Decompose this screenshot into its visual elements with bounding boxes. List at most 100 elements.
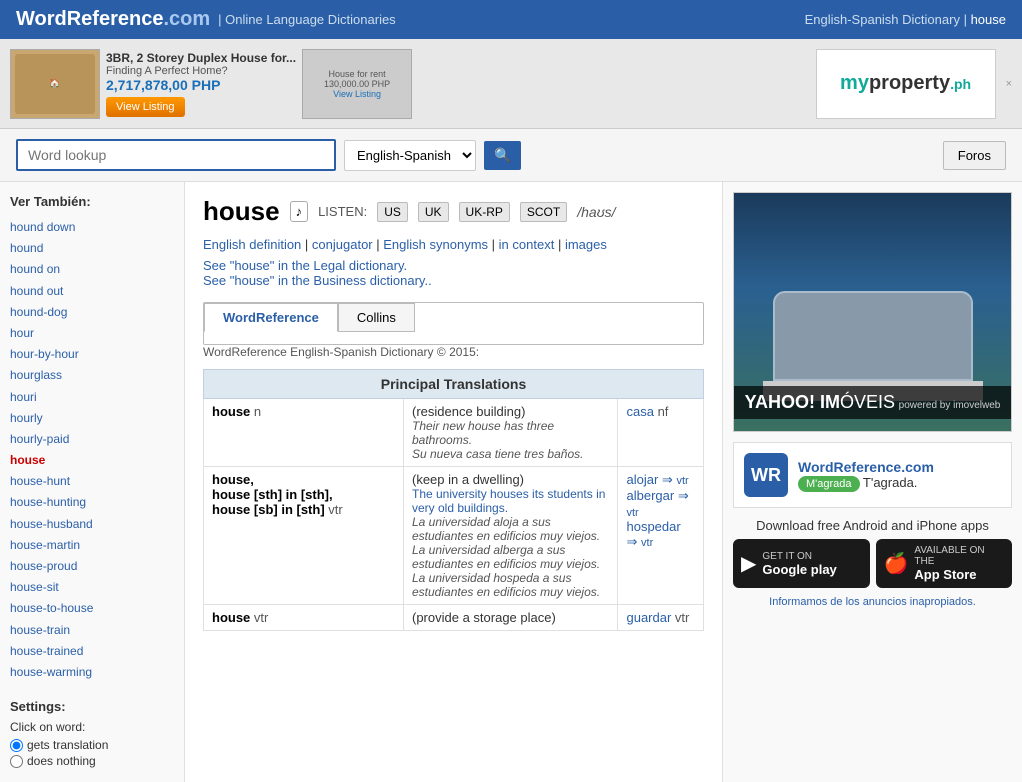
sidebar-item-hour[interactable]: hour <box>10 323 174 344</box>
translation-pos-3: vtr <box>675 610 689 625</box>
header-left: WordReference.com | Online Language Dict… <box>16 8 396 31</box>
sidebar-item-house-sit[interactable]: house-sit <box>10 577 174 598</box>
pos-3: vtr <box>254 610 268 625</box>
translation-word: casa <box>626 404 653 419</box>
extra-links: See "house" in the Legal dictionary. See… <box>203 258 704 288</box>
in-context-link[interactable]: in context <box>499 237 555 252</box>
sidebar-item-house-trained[interactable]: house-trained <box>10 641 174 662</box>
sidebar-item-hound-out[interactable]: hound out <box>10 281 174 302</box>
app-section: Download free Android and iPhone apps ▶ … <box>733 518 1012 608</box>
ad-view-listing-button[interactable]: View Listing <box>106 97 185 117</box>
dict-copyright: WordReference English-Spanish Dictionary… <box>203 345 704 359</box>
sidebar-item-house-to-house[interactable]: house-to-house <box>10 598 174 619</box>
source-word-3: house vtr <box>204 605 404 631</box>
sidebar-item-hourly-paid[interactable]: hourly-paid <box>10 429 174 450</box>
radio-does-nothing[interactable]: does nothing <box>10 754 174 768</box>
definition-2: (keep in a dwelling) <box>412 472 609 487</box>
definition-cell: (residence building) Their new house has… <box>404 399 618 467</box>
sidebar-item-houri[interactable]: houri <box>10 387 174 408</box>
report-ad-link[interactable]: Informamos de los anuncios inapropiados. <box>733 596 1012 608</box>
app-store-button[interactable]: 🍎 AVAILABLE ON THE App Store <box>876 539 1013 588</box>
example-en-2: The university houses its students in ve… <box>412 487 609 515</box>
entry-word-3: house <box>212 610 250 625</box>
legal-dictionary-link[interactable]: See "house" in the Legal dictionary. <box>203 258 407 273</box>
app-download-title: Download free Android and iPhone apps <box>733 518 1012 533</box>
search-input[interactable] <box>16 139 336 171</box>
radio-gets-translation[interactable]: gets translation <box>10 738 174 752</box>
tab-wordreference[interactable]: WordReference <box>204 303 338 332</box>
sidebar-item-hound-on[interactable]: hound on <box>10 259 174 280</box>
google-play-button[interactable]: ▶ GET IT ON Google play <box>733 539 870 588</box>
sidebar-item-house-martin[interactable]: house-martin <box>10 535 174 556</box>
example-es-2c: La universidad hospeda a sus estudiantes… <box>412 571 609 599</box>
english-synonyms-link[interactable]: English synonyms <box>383 237 488 252</box>
site-header: WordReference.com | Online Language Dict… <box>0 0 1022 39</box>
main-layout: Ver También: hound down hound hound on h… <box>0 182 1022 782</box>
sidebar-item-house-hunting[interactable]: house-hunting <box>10 492 174 513</box>
listen-label: LISTEN: <box>318 204 367 219</box>
pron-scot-button[interactable]: SCOT <box>520 202 567 222</box>
vtr-link-3[interactable]: vtr <box>641 537 653 549</box>
source-word: house n <box>204 399 404 467</box>
language-selector[interactable]: English-Spanish Spanish-English English-… <box>344 140 476 171</box>
wr-badge[interactable]: M'agrada <box>798 476 860 492</box>
sidebar: Ver También: hound down hound hound on h… <box>0 182 185 782</box>
apple-icon: 🍎 <box>884 551 909 576</box>
conjugator-link[interactable]: conjugator <box>312 237 373 252</box>
definition-links: English definition | conjugator | Englis… <box>203 237 704 252</box>
google-play-store-label: Google play <box>762 562 836 577</box>
search-button[interactable]: 🔍 <box>484 141 521 170</box>
sidebar-item-hound[interactable]: hound <box>10 238 174 259</box>
ad-subtitle: Finding A Perfect Home? <box>106 65 296 77</box>
word-header: house ♪ LISTEN: US UK UK-RP SCOT /haʊs/ <box>203 196 704 227</box>
pron-us-button[interactable]: US <box>377 202 408 222</box>
vtr-link-2[interactable]: vtr <box>626 507 638 519</box>
sidebar-item-house-warming[interactable]: house-warming <box>10 662 174 683</box>
click-on-word-label: Click on word: <box>10 720 174 734</box>
wr-promo: WR WordReference.com M'agrada T'agrada. <box>733 442 1012 508</box>
sidebar-item-hourly[interactable]: hourly <box>10 408 174 429</box>
definition: (residence building) <box>412 404 609 419</box>
ad-close-icon[interactable]: × <box>1006 78 1012 90</box>
google-play-icon: ▶ <box>741 551 756 576</box>
available-on-label: AVAILABLE ON THE <box>914 545 1004 567</box>
sidebar-item-house-proud[interactable]: house-proud <box>10 556 174 577</box>
translation-guardar: guardar <box>626 610 671 625</box>
app-store-text: AVAILABLE ON THE App Store <box>914 545 1004 582</box>
sidebar-item-house-hunt[interactable]: house-hunt <box>10 471 174 492</box>
pron-uk-button[interactable]: UK <box>418 202 449 222</box>
foros-button[interactable]: Foros <box>943 141 1006 170</box>
wr-badge-row: M'agrada T'agrada. <box>798 475 934 492</box>
header-word-link[interactable]: house <box>971 12 1006 27</box>
vtr-link-1[interactable]: vtr <box>676 475 688 487</box>
right-ad-image[interactable]: YAHOO! IMÓVEIS powered by imovelweb <box>733 192 1012 432</box>
example-en: Their new house has three bathrooms. <box>412 419 609 447</box>
right-sidebar: YAHOO! IMÓVEIS powered by imovelweb WR W… <box>722 182 1022 782</box>
phonetic: /haʊs/ <box>577 204 615 220</box>
sidebar-item-hourglass[interactable]: hourglass <box>10 365 174 386</box>
sidebar-title: Ver También: <box>10 194 174 209</box>
sidebar-item-hour-by-hour[interactable]: hour-by-hour <box>10 344 174 365</box>
tab-collins[interactable]: Collins <box>338 303 415 332</box>
sidebar-item-hound-dog[interactable]: hound-dog <box>10 302 174 323</box>
site-logo[interactable]: WordReference.com <box>16 8 210 31</box>
entry-word: house <box>212 404 250 419</box>
audio-button[interactable]: ♪ <box>290 201 309 222</box>
ad-price: 2,717,878,00 PHP <box>106 77 296 93</box>
images-link[interactable]: images <box>565 237 607 252</box>
sidebar-item-house-husband[interactable]: house-husband <box>10 514 174 535</box>
sidebar-item-house-train[interactable]: house-train <box>10 620 174 641</box>
business-dictionary-link[interactable]: See "house" in the Business dictionary.. <box>203 273 432 288</box>
table-row: house vtr (provide a storage place) guar… <box>204 605 704 631</box>
translation-cell: casa nf <box>618 399 704 467</box>
sidebar-item-hound-down[interactable]: hound down <box>10 217 174 238</box>
sidebar-item-house[interactable]: house <box>10 450 174 471</box>
translation-table: Principal Translations house n (residenc… <box>203 369 704 631</box>
pron-ukrp-button[interactable]: UK-RP <box>459 202 510 222</box>
english-definition-link[interactable]: English definition <box>203 237 301 252</box>
pos-2: vtr <box>328 502 342 517</box>
wr-promo-name[interactable]: WordReference.com <box>798 459 934 475</box>
search-bar: English-Spanish Spanish-English English-… <box>0 129 1022 182</box>
site-domain: .com <box>163 8 210 30</box>
ad-myproperty[interactable]: myproperty.ph <box>816 49 996 119</box>
